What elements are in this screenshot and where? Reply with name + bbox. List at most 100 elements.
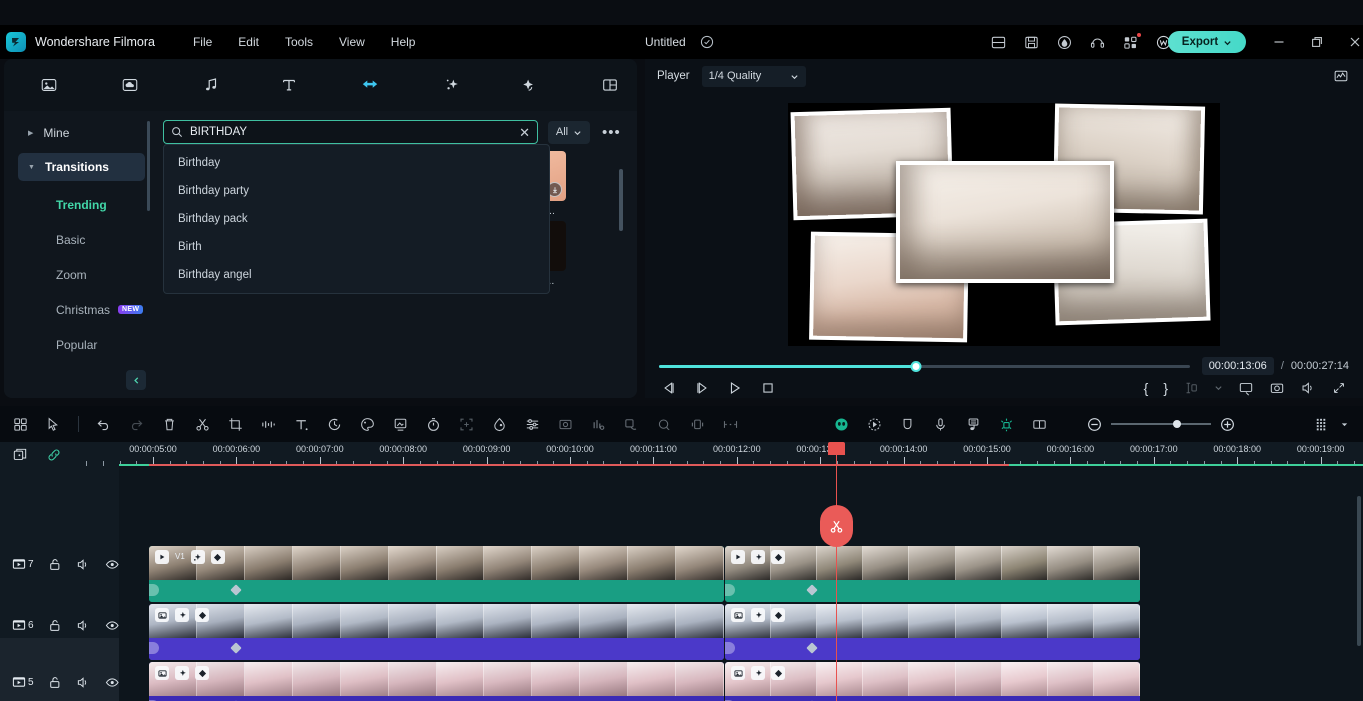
media-image-icon[interactable] xyxy=(731,608,745,622)
speed-icon[interactable] xyxy=(326,416,343,433)
render-preview-icon[interactable] xyxy=(1183,380,1199,396)
sidebar-item-trending[interactable]: Trending xyxy=(4,187,155,222)
auto-beat-icon[interactable] xyxy=(623,416,640,433)
more-options-icon[interactable]: ••• xyxy=(602,124,621,141)
timeline-clip[interactable] xyxy=(725,662,1140,701)
save-icon[interactable] xyxy=(1023,34,1040,51)
effect-icon[interactable] xyxy=(175,666,189,680)
audio-mixer-icon[interactable] xyxy=(590,416,607,433)
eye-visible-icon[interactable] xyxy=(105,557,119,572)
adjust-sliders-icon[interactable] xyxy=(524,416,541,433)
add-text-icon[interactable] xyxy=(293,416,310,433)
tab-effects[interactable]: Effects xyxy=(429,75,474,95)
speaker-on-icon[interactable] xyxy=(76,675,90,690)
mask-icon[interactable] xyxy=(491,416,508,433)
previous-frame-icon[interactable] xyxy=(661,380,677,396)
clear-search-icon[interactable]: ✕ xyxy=(519,126,530,139)
split-screen-icon[interactable] xyxy=(1031,416,1048,433)
unlock-icon[interactable] xyxy=(48,557,62,572)
sidebar-group-mine[interactable]: ▶ Mine xyxy=(18,119,145,147)
timeline-playhead[interactable] xyxy=(820,442,853,701)
sidebar-group-transitions[interactable]: ▼ Transitions xyxy=(18,153,145,181)
music-beat-icon[interactable] xyxy=(965,416,982,433)
tab-titles[interactable]: Titles xyxy=(266,75,311,95)
keyframe-icon[interactable] xyxy=(195,666,209,680)
headphone-support-icon[interactable] xyxy=(1089,34,1106,51)
motion-tracking-icon[interactable] xyxy=(458,416,475,433)
tab-stickers[interactable]: Stickers xyxy=(506,75,551,95)
sidebar-item-basic[interactable]: Basic xyxy=(4,222,155,257)
zoom-slider-track[interactable] xyxy=(1111,420,1211,428)
suggestion-item[interactable]: Birthday party xyxy=(164,177,549,205)
chevron-down-icon[interactable] xyxy=(1340,420,1349,429)
timeline-clip[interactable] xyxy=(725,604,1140,660)
apps-grid-icon[interactable] xyxy=(1122,32,1141,51)
suggestion-item[interactable]: Birthday pack xyxy=(164,205,549,233)
unlock-icon[interactable] xyxy=(48,675,62,690)
play-icon[interactable] xyxy=(727,380,743,396)
redo-icon[interactable] xyxy=(128,416,145,433)
stop-icon[interactable] xyxy=(760,380,776,396)
green-screen-icon[interactable] xyxy=(392,416,409,433)
suggestion-item[interactable]: Birthday xyxy=(164,149,549,177)
ai-portrait-icon[interactable] xyxy=(833,416,850,433)
spotlight-icon[interactable] xyxy=(998,416,1015,433)
effect-icon[interactable] xyxy=(175,608,189,622)
menu-edit[interactable]: Edit xyxy=(238,35,259,49)
audio-detach-icon[interactable] xyxy=(260,416,277,433)
link-toggle-icon[interactable] xyxy=(46,447,62,463)
timeline-vertical-scrollbar[interactable] xyxy=(1357,496,1361,646)
sidebar-item-zoom[interactable]: Zoom xyxy=(4,257,155,292)
tab-templates[interactable]: Templates xyxy=(584,75,637,95)
speaker-on-icon[interactable] xyxy=(76,618,90,633)
menu-tools[interactable]: Tools xyxy=(285,35,313,49)
timeline-clip[interactable]: V1 xyxy=(149,546,724,602)
fullscreen-monitor-icon[interactable] xyxy=(1238,380,1254,396)
seek-track[interactable] xyxy=(659,360,1190,372)
playhead-split-button[interactable] xyxy=(820,505,853,547)
crop-icon[interactable] xyxy=(227,416,244,433)
play-icon[interactable] xyxy=(731,550,745,564)
mark-out-icon[interactable]: } xyxy=(1163,380,1168,396)
color-match-icon[interactable] xyxy=(359,416,376,433)
keyframe-icon[interactable] xyxy=(771,608,785,622)
delete-icon[interactable] xyxy=(161,416,178,433)
stabilization-icon[interactable] xyxy=(557,416,574,433)
keyframe-icon[interactable] xyxy=(771,550,785,564)
search-input[interactable] xyxy=(190,126,513,138)
tab-media[interactable]: Media xyxy=(26,75,71,95)
tab-audio[interactable]: Audio xyxy=(189,75,234,95)
quality-dropdown[interactable]: 1/4 Quality xyxy=(701,65,806,87)
effect-icon[interactable] xyxy=(190,550,205,564)
shield-icon[interactable] xyxy=(899,416,916,433)
unlock-icon[interactable] xyxy=(48,618,62,633)
search-box[interactable]: ✕ xyxy=(163,120,538,144)
suggestion-item[interactable]: Birthday angel xyxy=(164,261,549,289)
undo-icon[interactable] xyxy=(95,416,112,433)
layout-icon[interactable] xyxy=(990,34,1007,51)
seek-handle[interactable] xyxy=(910,360,922,372)
stopwatch-keyframe-icon[interactable] xyxy=(425,416,442,433)
timeline-ruler[interactable]: 00:00:05:00 00:00:06:00 00:00:07:00 00:00:0… xyxy=(86,442,1363,466)
timeline-clip[interactable] xyxy=(149,604,724,660)
split-scissors-icon[interactable] xyxy=(194,416,211,433)
silence-detect-icon[interactable] xyxy=(656,416,673,433)
effect-icon[interactable] xyxy=(751,550,765,564)
chevron-down-icon[interactable] xyxy=(1214,383,1223,392)
upload-cloud-icon[interactable] xyxy=(1056,34,1073,51)
export-button[interactable]: Export xyxy=(1168,31,1246,53)
speaker-on-icon[interactable] xyxy=(76,557,90,572)
effect-icon[interactable] xyxy=(751,608,765,622)
playhead-handle[interactable] xyxy=(828,442,845,455)
filter-dropdown[interactable]: All xyxy=(548,120,590,144)
sidebar-item-popular[interactable]: Popular xyxy=(4,327,155,362)
keyframe-icon[interactable] xyxy=(195,608,209,622)
next-frame-icon[interactable] xyxy=(694,380,710,396)
volume-icon[interactable] xyxy=(1300,380,1316,396)
microphone-icon[interactable] xyxy=(932,416,949,433)
sidebar-scrollbar[interactable] xyxy=(147,121,150,211)
restore-button[interactable] xyxy=(1310,35,1324,49)
ai-smart-cutout-icon[interactable] xyxy=(866,416,883,433)
media-image-icon[interactable] xyxy=(155,608,169,622)
mark-in-icon[interactable]: { xyxy=(1144,380,1149,396)
